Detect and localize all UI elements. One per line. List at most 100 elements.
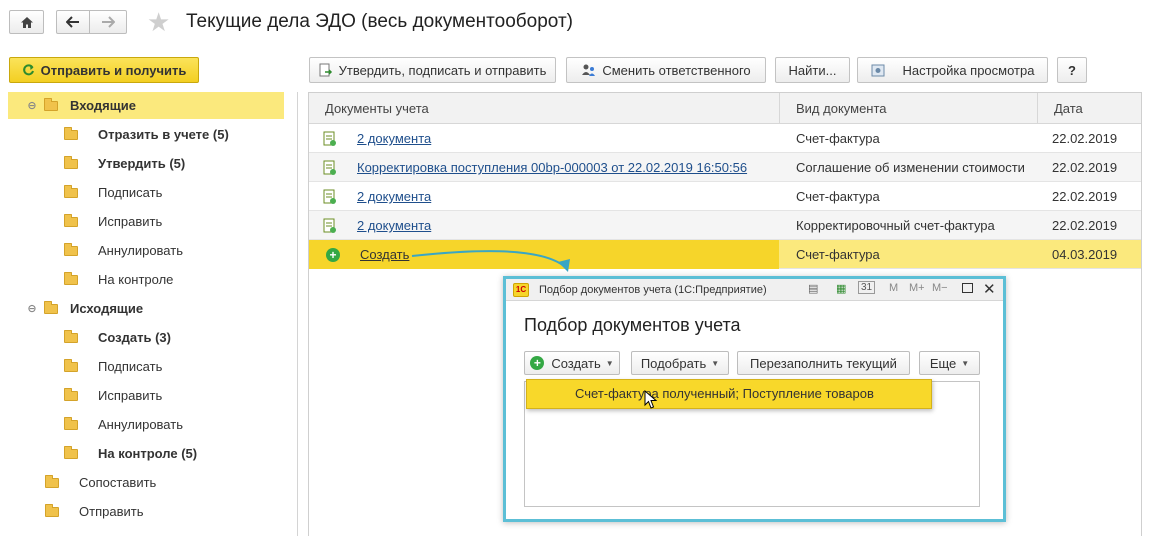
pick-label: Подобрать [640, 355, 707, 371]
folder-icon [45, 503, 59, 517]
arrow-right-icon [102, 16, 115, 28]
table-header: Документы учета Вид документа Дата [309, 93, 1141, 124]
table-row[interactable]: 2 документа Корректировочный счет-фактур… [309, 211, 1141, 240]
arrow-left-icon [66, 16, 79, 28]
sidebar-item-label: Отправить [79, 504, 144, 519]
sidebar-item-label: Подписать [98, 359, 163, 374]
folder-icon [64, 155, 78, 169]
table-row[interactable]: 2 документа Счет-фактура 22.02.2019 [309, 124, 1141, 153]
folder-icon [64, 358, 78, 372]
sidebar-item-cancel[interactable]: Аннулировать [8, 237, 183, 264]
doc-type: Счет-фактура [796, 247, 880, 262]
folder-icon [44, 300, 58, 314]
sidebar-item-label: Исходящие [70, 301, 144, 316]
users-icon [582, 64, 596, 76]
more-dropdown-button[interactable]: Еще ▼ [919, 351, 980, 375]
chevron-down-icon: ▼ [711, 358, 720, 368]
home-button[interactable] [9, 10, 44, 34]
find-label: Найти... [788, 62, 837, 78]
sidebar-item-label: На контроле (5) [98, 446, 198, 461]
doc-type: Корректировочный счет-фактура [796, 218, 995, 233]
sidebar-item-approve[interactable]: Утвердить (5) [8, 150, 185, 177]
memory-button[interactable]: M [889, 282, 898, 294]
sidebar-item-out-sign[interactable]: Подписать [8, 353, 162, 380]
sidebar-item-label: Отразить в учете (5) [98, 127, 229, 142]
back-button[interactable] [56, 10, 90, 34]
folder-icon [64, 126, 78, 140]
sidebar-item-reflect[interactable]: Отразить в учете (5) [8, 121, 229, 148]
forward-button[interactable] [89, 10, 127, 34]
sidebar-item-match[interactable]: Сопоставить [8, 469, 156, 496]
document-link[interactable]: Корректировка поступления 00bp-000003 от… [357, 160, 747, 175]
sidebar-item-send[interactable]: Отправить [8, 498, 143, 525]
create-dropdown-button[interactable]: + Создать ▼ [524, 351, 620, 375]
help-label: ? [1068, 62, 1076, 78]
sidebar-item-sign[interactable]: Подписать [8, 179, 162, 206]
folder-icon [64, 271, 78, 285]
column-header-documents[interactable]: Документы учета [309, 93, 429, 124]
close-icon[interactable]: ✕ [983, 280, 996, 298]
sidebar-item-out-fix[interactable]: Исправить [8, 382, 162, 409]
chevron-down-icon: ▼ [961, 358, 970, 368]
refill-current-button[interactable]: Перезаполнить текущий [737, 351, 910, 375]
dropdown-menu-item[interactable]: Счет-фактура полученный; Поступление тов… [526, 379, 932, 409]
sidebar-item-fix[interactable]: Исправить [8, 208, 162, 235]
approve-sign-send-button[interactable]: Утвердить, подписать и отправить [309, 57, 556, 83]
sidebar-item-incoming[interactable]: ⊖ Входящие [8, 92, 284, 119]
column-header-type[interactable]: Вид документа [780, 93, 887, 124]
sidebar-item-out-cancel[interactable]: Аннулировать [8, 411, 183, 438]
add-icon: + [530, 356, 545, 370]
folder-icon [64, 416, 78, 430]
sidebar-item-label: Создать (3) [98, 330, 171, 345]
view-settings-button[interactable]: Настройка просмотра [857, 57, 1048, 83]
doc-date: 22.02.2019 [1052, 131, 1118, 146]
dropdown-item-label: Счет-фактура полученный; Поступление тов… [575, 386, 874, 401]
doc-type: Счет-фактура [796, 131, 880, 146]
memory-plus-button[interactable]: M+ [909, 282, 925, 294]
refresh-icon [22, 63, 34, 75]
sidebar-item-control[interactable]: На контроле [8, 266, 173, 293]
collapse-icon[interactable]: ⊖ [26, 302, 38, 315]
pick-dropdown-button[interactable]: Подобрать ▼ [631, 351, 729, 375]
folder-icon [44, 97, 58, 111]
maximize-icon[interactable] [962, 283, 973, 293]
document-send-icon [319, 63, 332, 76]
mouse-cursor-icon [644, 390, 658, 409]
collapse-icon[interactable]: ⊖ [26, 99, 38, 112]
document-link[interactable]: 2 документа [357, 131, 431, 146]
callout-arrow [411, 250, 570, 272]
create-link[interactable]: Создать [360, 247, 409, 262]
page-title: Текущие дела ЭДО (весь документооборот) [186, 11, 573, 32]
table-row[interactable]: 2 документа Счет-фактура 22.02.2019 [309, 182, 1141, 211]
print-icon[interactable]: ▤ [808, 282, 818, 295]
doc-type: Счет-фактура [796, 189, 880, 204]
doc-date: 04.03.2019 [1052, 247, 1118, 262]
calculator-icon[interactable]: ▦ [836, 282, 846, 295]
doc-date: 22.02.2019 [1052, 160, 1118, 175]
change-responsible-button[interactable]: Сменить ответственного [566, 57, 766, 83]
find-button[interactable]: Найти... [775, 57, 850, 83]
help-button[interactable]: ? [1057, 57, 1087, 83]
doc-type: Соглашение об изменении стоимости [796, 160, 1025, 175]
calendar-icon[interactable]: 31 [858, 281, 876, 294]
pick-documents-dialog: 1C Подбор документов учета (1С:Предприят… [503, 276, 1006, 522]
sidebar-item-label: Сопоставить [79, 475, 157, 490]
memory-minus-button[interactable]: M− [932, 282, 948, 294]
sidebar-item-label: Аннулировать [98, 417, 183, 432]
sidebar-item-label: Исправить [98, 214, 163, 229]
document-green-icon [323, 218, 336, 233]
star-icon[interactable]: ★ [147, 8, 170, 36]
column-header-date[interactable]: Дата [1038, 93, 1083, 124]
table-row[interactable]: Корректировка поступления 00bp-000003 от… [309, 153, 1141, 182]
send-receive-button[interactable]: Отправить и получить [9, 57, 199, 83]
sidebar-item-outgoing[interactable]: ⊖ Исходящие [8, 295, 143, 322]
document-green-icon [323, 131, 336, 146]
sidebar-tree: ⊖ Входящие Отразить в учете (5) Утвердит… [8, 92, 298, 536]
document-link[interactable]: 2 документа [357, 189, 431, 204]
home-icon [20, 16, 33, 28]
more-label: Еще [929, 355, 957, 371]
sidebar-item-label: На контроле [98, 272, 174, 287]
document-link[interactable]: 2 документа [357, 218, 431, 233]
sidebar-item-out-control[interactable]: На контроле (5) [8, 440, 197, 467]
sidebar-item-create[interactable]: Создать (3) [8, 324, 171, 351]
